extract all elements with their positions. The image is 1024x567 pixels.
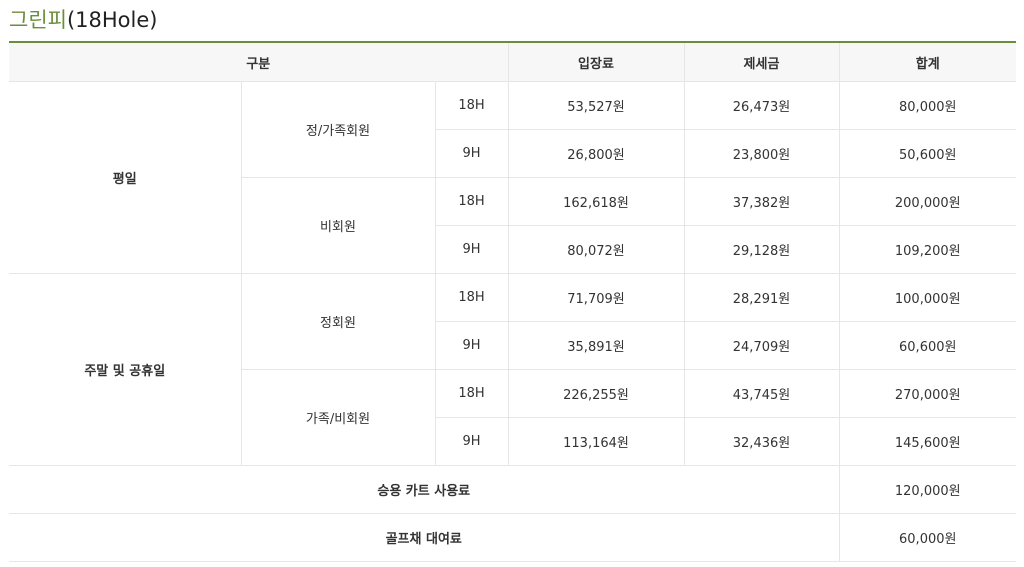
extra-total-club-rental: 60,000원	[838, 513, 1016, 562]
member-type: 비회원	[240, 177, 436, 274]
total-cell: 109,200원	[838, 225, 1016, 274]
total-cell: 50,600원	[838, 129, 1016, 178]
table-row-extra: 승용 카트 사용료 120,000원	[9, 465, 1016, 514]
admission-cell: 113,164원	[507, 417, 685, 466]
table-row: 주말 및 공휴일 정회원 18H 71,709원 28,291원 100,000…	[9, 273, 1016, 466]
extra-total-cart: 120,000원	[838, 465, 1016, 514]
member-type: 가족/비회원	[240, 369, 436, 466]
header-admission: 입장료	[507, 43, 685, 82]
tax-cell: 32,436원	[683, 417, 840, 466]
holes-cell: 18H	[434, 177, 509, 226]
green-fee-table: 구분 입장료 제세금 합계 평일 정/가족회원 18H 53,527원 26,4…	[9, 43, 1016, 562]
day-weekend-holiday: 주말 및 공휴일	[9, 273, 242, 466]
title-korean: 그린피	[9, 8, 67, 32]
table-row-extra: 골프채 대여료 60,000원	[9, 513, 1016, 562]
page-title: 그린피(18Hole)	[9, 0, 1016, 40]
admission-cell: 53,527원	[507, 81, 685, 130]
day-weekday: 평일	[9, 81, 242, 274]
tax-cell: 29,128원	[683, 225, 840, 274]
holes-cell: 18H	[434, 81, 509, 130]
header-tax: 제세금	[683, 43, 840, 82]
member-type: 정/가족회원	[240, 81, 436, 178]
holes-cell: 9H	[434, 225, 509, 274]
extra-label-club-rental: 골프채 대여료	[9, 513, 840, 562]
holes-cell: 18H	[434, 273, 509, 322]
tax-cell: 43,745원	[683, 369, 840, 418]
tax-cell: 26,473원	[683, 81, 840, 130]
header-category: 구분	[9, 43, 509, 82]
title-suffix: (18Hole)	[66, 8, 158, 32]
tax-cell: 37,382원	[683, 177, 840, 226]
total-cell: 100,000원	[838, 273, 1016, 322]
holes-cell: 18H	[434, 369, 509, 418]
admission-cell: 80,072원	[507, 225, 685, 274]
total-cell: 60,600원	[838, 321, 1016, 370]
admission-cell: 35,891원	[507, 321, 685, 370]
tax-cell: 24,709원	[683, 321, 840, 370]
tax-cell: 28,291원	[683, 273, 840, 322]
total-cell: 200,000원	[838, 177, 1016, 226]
total-cell: 270,000원	[838, 369, 1016, 418]
total-cell: 145,600원	[838, 417, 1016, 466]
header-total: 합계	[838, 43, 1016, 82]
admission-cell: 26,800원	[507, 129, 685, 178]
member-type: 정회원	[240, 273, 436, 370]
holes-cell: 9H	[434, 321, 509, 370]
admission-cell: 71,709원	[507, 273, 685, 322]
extra-label-cart: 승용 카트 사용료	[9, 465, 840, 514]
admission-cell: 162,618원	[507, 177, 685, 226]
tax-cell: 23,800원	[683, 129, 840, 178]
table-header-row: 구분 입장료 제세금 합계	[9, 43, 1016, 82]
table-row: 평일 정/가족회원 18H 53,527원 26,473원 80,000원	[9, 81, 1016, 274]
admission-cell: 226,255원	[507, 369, 685, 418]
total-cell: 80,000원	[838, 81, 1016, 130]
green-fee-section: 그린피(18Hole) 구분 입장료 제세금 합계 평일 정/가족회원 18H …	[9, 0, 1016, 562]
holes-cell: 9H	[434, 129, 509, 178]
holes-cell: 9H	[434, 417, 509, 466]
